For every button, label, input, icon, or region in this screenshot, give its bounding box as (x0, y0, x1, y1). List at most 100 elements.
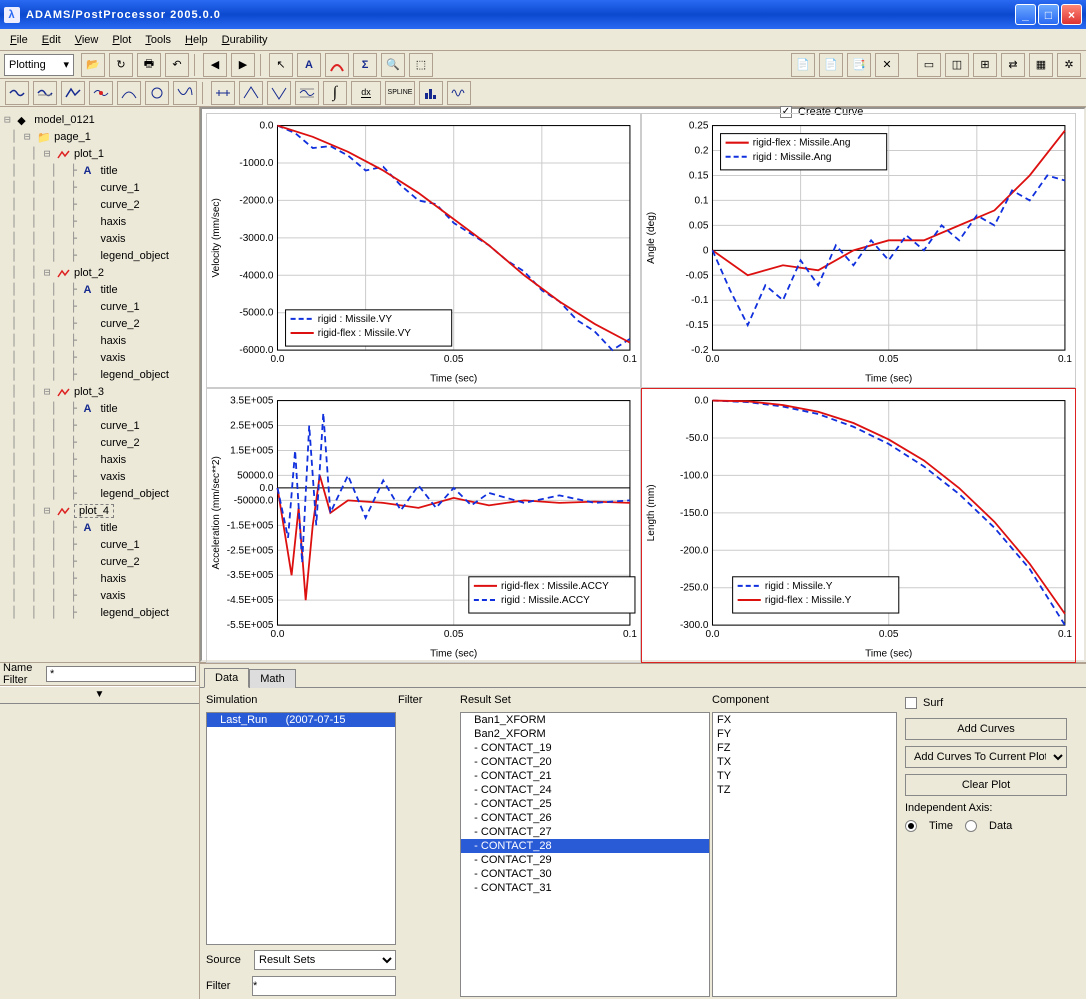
sigma-icon[interactable]: Σ (353, 53, 377, 77)
name-filter-input[interactable] (46, 666, 196, 682)
tree-item[interactable]: │ ⊟ 📁page_1 (4, 128, 195, 145)
list-item[interactable]: - CONTACT_27 (461, 825, 709, 839)
plot-tool-2-icon[interactable] (33, 81, 57, 105)
list-item[interactable]: Ban1_XFORM (461, 713, 709, 727)
tree-item[interactable]: │ │ │ ├ curve_2 (4, 434, 195, 451)
list-item[interactable]: FY (713, 727, 896, 741)
menu-plot[interactable]: Plot (106, 32, 137, 48)
list-item[interactable]: TY (713, 769, 896, 783)
list-item[interactable]: TX (713, 755, 896, 769)
layout-2-icon[interactable]: ◫ (945, 53, 969, 77)
zoom-icon[interactable]: 🔍 (381, 53, 405, 77)
list-item[interactable]: - CONTACT_21 (461, 769, 709, 783)
tree-item[interactable]: │ │ │ ├ vaxis (4, 468, 195, 485)
menu-durability[interactable]: Durability (216, 32, 274, 48)
source-select[interactable]: Result Sets (254, 950, 396, 970)
stats-icon[interactable] (419, 81, 443, 105)
tree-item[interactable]: │ │ │ ├ curve_1 (4, 179, 195, 196)
page-next-icon[interactable]: 📄 (819, 53, 843, 77)
mode-select[interactable]: Plotting▾ (4, 54, 74, 76)
layout-grid-icon[interactable]: ▦ (1029, 53, 1053, 77)
layout-4-icon[interactable]: ⊞ (973, 53, 997, 77)
range-icon[interactable] (211, 81, 235, 105)
plot-tool-1-icon[interactable] (5, 81, 29, 105)
tree-item[interactable]: ⊟ ◆model_0121 (4, 111, 195, 128)
menu-view[interactable]: View (69, 32, 105, 48)
menu-tools[interactable]: Tools (139, 32, 177, 48)
tree-item[interactable]: │ │ ⊟ plot_2 (4, 264, 195, 281)
plot-4[interactable]: 0.0-50.0-100.0-150.0-200.0-250.0-300.00.… (641, 388, 1076, 663)
peak-icon[interactable] (239, 81, 263, 105)
list-item[interactable]: - CONTACT_31 (461, 881, 709, 895)
tree-item[interactable]: │ │ │ ├ curve_1 (4, 417, 195, 434)
close-button[interactable]: × (1061, 4, 1082, 25)
tree-item[interactable]: │ │ │ ├ legend_object (4, 247, 195, 264)
tree-expand-button[interactable]: ▼ (0, 686, 199, 704)
print-icon[interactable]: 🖶 (137, 53, 161, 77)
layout-swap-icon[interactable]: ⇄ (1001, 53, 1025, 77)
model-tree[interactable]: ⊟ ◆model_0121 │ ⊟ 📁page_1 │ │ ⊟ plot_1 │… (0, 107, 199, 662)
derivative-icon[interactable]: dx (351, 81, 381, 105)
minimize-button[interactable]: _ (1015, 4, 1036, 25)
settings-icon[interactable]: ✲ (1057, 53, 1081, 77)
list-item[interactable]: TZ (713, 783, 896, 797)
plot-3[interactable]: -5.5E+005-4.5E+005-3.5E+005-2.5E+005-1.5… (206, 388, 641, 663)
tab-data[interactable]: Data (204, 668, 249, 688)
select-rect-icon[interactable]: ⬚ (409, 53, 433, 77)
plot-tool-5-icon[interactable] (117, 81, 141, 105)
list-item[interactable]: Last_Run (2007-07-15 (207, 713, 395, 727)
list-item[interactable]: - CONTACT_19 (461, 741, 709, 755)
page-delete-icon[interactable]: ✕ (875, 53, 899, 77)
tree-item[interactable]: │ │ │ ├ curve_2 (4, 315, 195, 332)
layout-1-icon[interactable]: ▭ (917, 53, 941, 77)
list-item[interactable]: FX (713, 713, 896, 727)
list-item[interactable]: - CONTACT_28 (461, 839, 709, 853)
list-item[interactable]: - CONTACT_24 (461, 783, 709, 797)
tree-item[interactable]: │ │ │ ├ Atitle (4, 162, 195, 179)
axis-data-radio[interactable] (965, 820, 977, 832)
resultset-list[interactable]: Ban1_XFORM Ban2_XFORM - CONTACT_19 - CON… (460, 712, 710, 997)
plot-target-select[interactable]: Add Curves To Current Plot (905, 746, 1067, 768)
plot-tool-3-icon[interactable] (61, 81, 85, 105)
plot-tool-4-icon[interactable] (89, 81, 113, 105)
cursor-icon[interactable]: ↖ (269, 53, 293, 77)
tree-item[interactable]: │ │ │ ├ curve_1 (4, 536, 195, 553)
page-copy-icon[interactable]: 📑 (847, 53, 871, 77)
tree-item[interactable]: │ │ │ ├ haxis (4, 451, 195, 468)
plot-2[interactable]: -0.2-0.15-0.1-0.0500.050.10.150.20.250.0… (641, 113, 1076, 388)
reload-icon[interactable]: ↻ (109, 53, 133, 77)
plot-tool-7-icon[interactable] (173, 81, 197, 105)
clear-plot-button[interactable]: Clear Plot (905, 774, 1067, 796)
list-item[interactable]: - CONTACT_30 (461, 867, 709, 881)
tree-item[interactable]: │ │ │ ├ vaxis (4, 349, 195, 366)
list-item[interactable]: - CONTACT_26 (461, 811, 709, 825)
axis-time-radio[interactable] (905, 820, 917, 832)
tree-item[interactable]: │ │ │ ├ haxis (4, 570, 195, 587)
spline-icon[interactable]: SPLINE (385, 81, 415, 105)
tree-item[interactable]: │ │ │ ├ curve_2 (4, 553, 195, 570)
open-icon[interactable]: 📂 (81, 53, 105, 77)
menu-file[interactable]: File (4, 32, 34, 48)
add-curves-button[interactable]: Add Curves (905, 718, 1067, 740)
tree-item[interactable]: │ │ │ ├ Atitle (4, 400, 195, 417)
valley-icon[interactable] (267, 81, 291, 105)
undo-icon[interactable]: ↶ (165, 53, 189, 77)
page-add-icon[interactable]: 📄 (791, 53, 815, 77)
tree-item[interactable]: │ │ │ ├ Atitle (4, 281, 195, 298)
list-item[interactable]: - CONTACT_25 (461, 797, 709, 811)
plot-tool-6-icon[interactable] (145, 81, 169, 105)
curve-tool-icon[interactable] (325, 53, 349, 77)
tree-item[interactable]: │ │ │ ├ legend_object (4, 604, 195, 621)
bounds-icon[interactable] (295, 81, 319, 105)
maximize-button[interactable]: □ (1038, 4, 1059, 25)
tree-item[interactable]: │ │ │ ├ haxis (4, 332, 195, 349)
surf-checkbox[interactable] (905, 697, 917, 709)
menu-help[interactable]: Help (179, 32, 214, 48)
list-item[interactable]: - CONTACT_20 (461, 755, 709, 769)
menu-edit[interactable]: Edit (36, 32, 67, 48)
tree-item[interactable]: │ │ │ ├ haxis (4, 213, 195, 230)
tree-item[interactable]: │ │ │ ├ Atitle (4, 519, 195, 536)
fft-icon[interactable] (447, 81, 471, 105)
first-icon[interactable]: ◀ (203, 53, 227, 77)
plot-1[interactable]: 0.0-1000.0-2000.0-3000.0-4000.0-5000.0-6… (206, 113, 641, 388)
